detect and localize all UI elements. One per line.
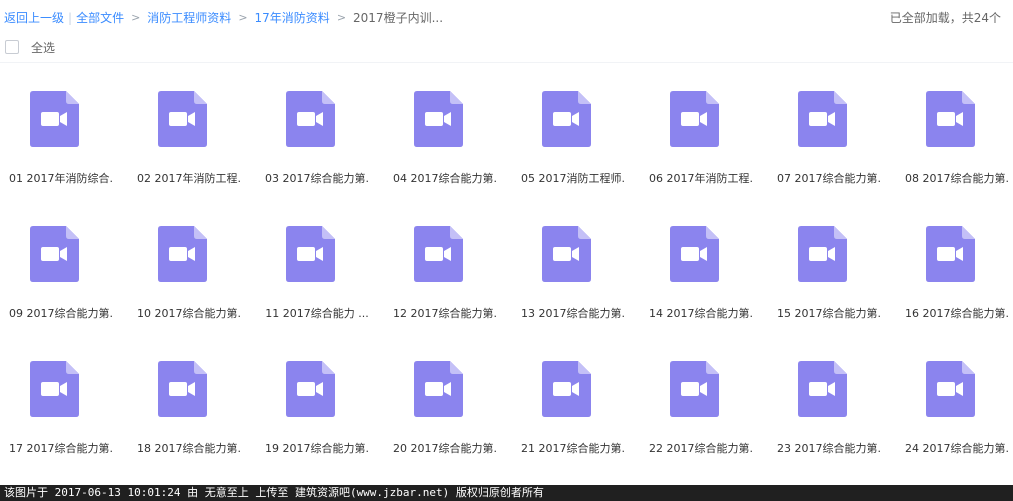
file-name: 18 2017综合能力第. — [137, 442, 241, 455]
file-tile[interactable]: 22 2017综合能力第. — [640, 332, 768, 460]
file-name: 11 2017综合能力 ... — [265, 307, 369, 320]
video-icon — [286, 91, 335, 147]
file-name: 12 2017综合能力第. — [393, 307, 497, 320]
video-icon — [414, 226, 463, 282]
file-name: 08 2017综合能力第. — [905, 172, 1009, 185]
separator: | — [68, 10, 73, 25]
file-name: 05 2017消防工程师. — [521, 172, 625, 185]
file-tile[interactable]: 13 2017综合能力第. — [512, 197, 640, 325]
file-tile[interactable]: 14 2017综合能力第. — [640, 197, 768, 325]
file-tile[interactable]: 12 2017综合能力第. — [384, 197, 512, 325]
file-tile[interactable]: 17 2017综合能力第. — [0, 332, 128, 460]
top-bar: 返回上一级 | 全部文件 > 消防工程师资料 > 17年消防资料 > 2017橙… — [0, 0, 1013, 32]
file-name: 06 2017年消防工程. — [649, 172, 753, 185]
breadcrumb-folder-2017[interactable]: 17年消防资料 — [255, 9, 330, 26]
file-tile[interactable]: 06 2017年消防工程. — [640, 62, 768, 190]
file-tile[interactable]: 01 2017年消防综合. — [0, 62, 128, 190]
file-grid: 01 2017年消防综合. 02 2017年消防工程. 03 2017综合能力第. 0… — [0, 62, 1013, 472]
file-name: 21 2017综合能力第. — [521, 442, 625, 455]
breadcrumb-current: 2017橙子内训... — [353, 11, 444, 25]
file-name: 23 2017综合能力第. — [777, 442, 881, 455]
file-tile[interactable]: 09 2017综合能力第. — [0, 197, 128, 325]
video-icon — [542, 226, 591, 282]
file-name: 03 2017综合能力第. — [265, 172, 369, 185]
select-all-label[interactable]: 全选 — [31, 39, 55, 56]
file-name: 01 2017年消防综合. — [9, 172, 113, 185]
video-icon — [542, 361, 591, 417]
video-icon — [30, 226, 79, 282]
breadcrumb-folder-engineer[interactable]: 消防工程师资料 — [147, 9, 231, 26]
file-name: 19 2017综合能力第. — [265, 442, 369, 455]
file-name: 14 2017综合能力第. — [649, 307, 753, 320]
file-tile[interactable]: 03 2017综合能力第. — [256, 62, 384, 190]
chevron-right-icon: > — [238, 11, 248, 24]
video-icon — [158, 226, 207, 282]
breadcrumb-all-files[interactable]: 全部文件 — [76, 9, 124, 26]
file-tile[interactable]: 18 2017综合能力第. — [128, 332, 256, 460]
video-icon — [798, 361, 847, 417]
video-icon — [670, 361, 719, 417]
chevron-right-icon: > — [131, 11, 141, 24]
file-name: 24 2017综合能力第. — [905, 442, 1009, 455]
file-name: 22 2017综合能力第. — [649, 442, 753, 455]
select-all-row: 全选 — [0, 32, 1013, 63]
file-tile[interactable]: 10 2017综合能力第. — [128, 197, 256, 325]
chevron-right-icon: > — [336, 11, 347, 24]
file-name: 02 2017年消防工程. — [137, 172, 241, 185]
file-tile[interactable]: 16 2017综合能力第. — [896, 197, 1013, 325]
video-icon — [30, 91, 79, 147]
file-name: 09 2017综合能力第. — [9, 307, 113, 320]
file-name: 16 2017综合能力第. — [905, 307, 1009, 320]
file-name: 13 2017综合能力第. — [521, 307, 625, 320]
file-name: 15 2017综合能力第. — [777, 307, 881, 320]
file-tile[interactable]: 07 2017综合能力第. — [768, 62, 896, 190]
file-tile[interactable]: 19 2017综合能力第. — [256, 332, 384, 460]
video-icon — [670, 91, 719, 147]
video-icon — [414, 91, 463, 147]
video-icon — [926, 226, 975, 282]
file-tile[interactable]: 15 2017综合能力第. — [768, 197, 896, 325]
file-tile[interactable]: 20 2017综合能力第. — [384, 332, 512, 460]
file-tile[interactable]: 04 2017综合能力第. — [384, 62, 512, 190]
file-tile[interactable]: 24 2017综合能力第. — [896, 332, 1013, 460]
video-icon — [542, 91, 591, 147]
video-icon — [414, 361, 463, 417]
file-tile[interactable]: 02 2017年消防工程. — [128, 62, 256, 190]
file-tile[interactable]: 08 2017综合能力第. — [896, 62, 1013, 190]
select-all-checkbox[interactable] — [5, 40, 19, 54]
video-icon — [286, 361, 335, 417]
watermark-footer: 该图片于 2017-06-13 10:01:24 由 无意至上 上传至 建筑资源… — [0, 485, 1013, 501]
file-tile[interactable]: 23 2017综合能力第. — [768, 332, 896, 460]
file-name: 17 2017综合能力第. — [9, 442, 113, 455]
breadcrumb: 返回上一级 | 全部文件 > 消防工程师资料 > 17年消防资料 > 2017橙… — [4, 9, 443, 26]
file-tile[interactable]: 21 2017综合能力第. — [512, 332, 640, 460]
video-icon — [798, 226, 847, 282]
back-link[interactable]: 返回上一级 — [4, 9, 64, 26]
load-status: 已全部加载，共24个 — [889, 11, 1001, 25]
video-icon — [30, 361, 79, 417]
video-icon — [670, 226, 719, 282]
file-name: 10 2017综合能力第. — [137, 307, 241, 320]
video-icon — [926, 361, 975, 417]
video-icon — [158, 91, 207, 147]
file-tile[interactable]: 11 2017综合能力 ... — [256, 197, 384, 325]
file-name: 07 2017综合能力第. — [777, 172, 881, 185]
video-icon — [926, 91, 975, 147]
video-icon — [798, 91, 847, 147]
video-icon — [286, 226, 335, 282]
file-name: 20 2017综合能力第. — [393, 442, 497, 455]
file-name: 04 2017综合能力第. — [393, 172, 497, 185]
file-tile[interactable]: 05 2017消防工程师. — [512, 62, 640, 190]
video-icon — [158, 361, 207, 417]
